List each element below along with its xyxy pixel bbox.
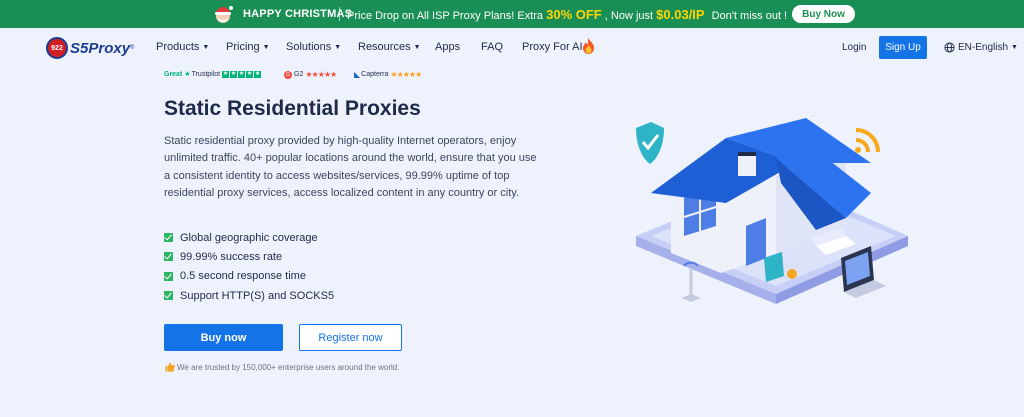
- signup-button[interactable]: Sign Up: [879, 36, 927, 59]
- check-icon: [164, 291, 173, 301]
- check-icon: [164, 252, 173, 262]
- fire-icon: [583, 38, 594, 54]
- promo-message: Price Drop on All ISP Proxy Plans! Extra…: [347, 7, 787, 22]
- list-item: 99.99% success rate: [164, 247, 334, 266]
- caret-down-icon: ▼: [413, 44, 421, 51]
- thumbs-up-icon: [165, 362, 175, 372]
- language-label: EN-English: [958, 42, 1009, 53]
- promo-price: $0.03/IP: [656, 7, 705, 22]
- list-item: 0.5 second response time: [164, 267, 334, 286]
- login-link[interactable]: Login: [842, 42, 866, 53]
- language-selector[interactable]: EN-English ▼: [944, 42, 1018, 53]
- promo-message-pre: Price Drop on All ISP Proxy Plans! Extra: [347, 10, 544, 22]
- nav-item-label: Proxy For AI: [522, 41, 583, 53]
- nav-item-label: Solutions: [286, 41, 332, 53]
- holiday-label: HAPPY CHRISTMAS: [243, 8, 353, 20]
- nav-item-faq[interactable]: FAQ: [481, 41, 503, 53]
- trustpilot-stars: ★ ★ ★ ★ ★: [222, 71, 262, 78]
- buy-now-button[interactable]: Buy now: [164, 324, 283, 351]
- promo-message-post: Don't miss out !: [711, 10, 788, 22]
- capterra-brand: Capterra: [361, 71, 389, 78]
- promo-message-mid: , Now just: [604, 10, 654, 22]
- trustpilot-star-icon: ★: [184, 71, 191, 78]
- promo-discount: 30% OFF: [546, 7, 602, 22]
- trustpilot-rating[interactable]: Great ★ Trustpilot ★ ★ ★ ★ ★: [164, 70, 262, 78]
- nav-item-apps[interactable]: Apps: [435, 41, 460, 53]
- nav-item-label: Products: [156, 41, 200, 53]
- feature-label: Support HTTP(S) and SOCKS5: [180, 289, 335, 302]
- trust-note: We are trusted by 150,000+ enterprise us…: [165, 362, 399, 372]
- promo-divider: [339, 7, 340, 21]
- nav-item-products[interactable]: Products ▼: [156, 41, 209, 53]
- trustpilot-brand: Trustpilot: [191, 70, 221, 78]
- logo-text: S5Proxy: [70, 39, 131, 57]
- caret-down-icon: ▼: [262, 44, 270, 51]
- house-illustration: [636, 118, 908, 304]
- caret-down-icon: ▼: [1011, 44, 1018, 51]
- page-title: Static Residential Proxies: [164, 97, 421, 120]
- trust-text: We are trusted by 150,000+ enterprise us…: [177, 362, 400, 372]
- logo[interactable]: 922 S5Proxy ®: [46, 37, 134, 59]
- register-now-button[interactable]: Register now: [299, 324, 402, 351]
- trustpilot-label: Great: [164, 70, 183, 78]
- logo-badge: 922: [46, 37, 68, 59]
- logo-registered: ®: [130, 45, 135, 51]
- feature-label: 0.5 second response time: [180, 270, 306, 283]
- capterra-icon: ◣: [354, 70, 361, 79]
- promo-bar: HAPPY CHRISTMAS Price Drop on All ISP Pr…: [0, 0, 1024, 28]
- list-item: Support HTTP(S) and SOCKS5: [164, 286, 334, 305]
- list-item: Global geographic coverage: [164, 228, 334, 247]
- g2-stars: ★★★★★: [305, 70, 337, 79]
- santa-icon: [215, 6, 233, 23]
- caret-down-icon: ▼: [334, 44, 342, 51]
- hero-description: Static residential proxy provided by hig…: [164, 135, 537, 200]
- capterra-rating[interactable]: ◣ Capterra ★★★★★: [354, 70, 422, 79]
- g2-brand: G2: [294, 71, 304, 78]
- feature-label: Global geographic coverage: [180, 231, 318, 244]
- caret-down-icon: ▼: [202, 44, 210, 51]
- feature-label: 99.99% success rate: [180, 250, 283, 263]
- globe-icon: [944, 42, 955, 53]
- nav-item-proxy-for-ai[interactable]: Proxy For AI: [522, 41, 583, 53]
- g2-rating[interactable]: G G2 ★★★★★: [284, 70, 337, 79]
- nav-item-resources[interactable]: Resources ▼: [358, 41, 421, 53]
- g2-icon: G: [284, 70, 292, 79]
- nav-item-label: Resources: [358, 41, 411, 53]
- nav-item-label: Pricing: [226, 41, 260, 53]
- feature-list: Global geographic coverage 99.99% succes…: [164, 228, 334, 305]
- nav-item-label: FAQ: [481, 41, 504, 53]
- nav-item-label: Apps: [435, 41, 461, 53]
- nav-item-solutions[interactable]: Solutions ▼: [286, 41, 341, 53]
- nav-item-pricing[interactable]: Pricing ▼: [226, 41, 270, 53]
- capterra-stars: ★★★★★: [390, 70, 422, 79]
- check-icon: [164, 271, 173, 281]
- promo-buy-button[interactable]: Buy Now: [792, 5, 855, 23]
- check-icon: [164, 233, 173, 243]
- main-nav: 922 S5Proxy ® Products ▼ Pricing ▼ Solutio…: [0, 28, 1024, 66]
